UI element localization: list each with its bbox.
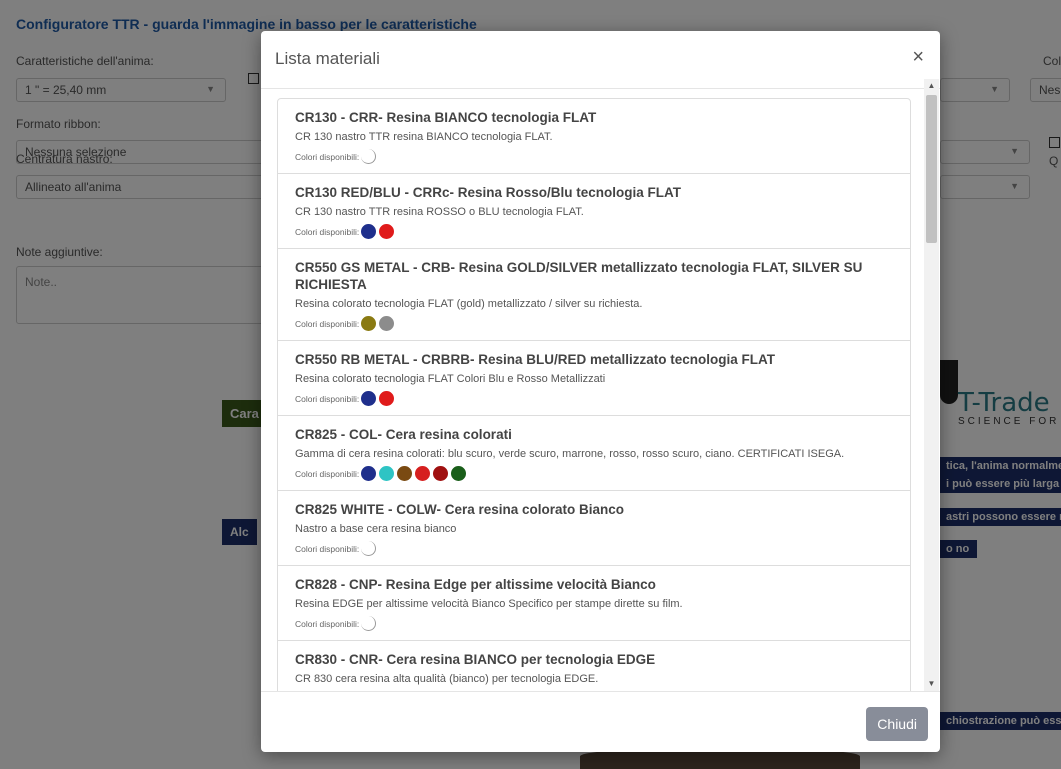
color-swatch: [361, 391, 377, 406]
list-item[interactable]: CR828 - CNP- Resina Edge per altissime v…: [278, 566, 910, 641]
color-swatch: [379, 316, 395, 331]
color-swatch: [415, 466, 431, 481]
color-swatch: [379, 391, 395, 406]
close-icon[interactable]: ×: [912, 47, 924, 67]
material-title: CR825 - COL- Cera resina colorati: [295, 427, 512, 442]
material-title: CR130 RED/BLU - CRRc- Resina Rosso/Blu t…: [295, 185, 682, 200]
color-swatch: [361, 316, 377, 331]
scroll-thumb[interactable]: [926, 95, 937, 243]
color-swatch: [451, 466, 467, 481]
list-scrollbar[interactable]: ▲ ▼: [924, 79, 939, 691]
color-swatch: [397, 466, 413, 481]
color-swatch: [433, 466, 449, 481]
available-colors: Colori disponibili:: [295, 540, 896, 557]
available-colors: Colori disponibili:: [295, 223, 896, 240]
material-title: CR130 - CRR- Resina BIANCO tecnologia FL…: [295, 110, 597, 125]
scroll-down-icon[interactable]: ▼: [924, 677, 939, 691]
material-title: CR830 - CNR- Cera resina BIANCO per tecn…: [295, 652, 656, 667]
material-description: Resina colorato tecnologia FLAT (gold) m…: [295, 298, 643, 310]
list-item[interactable]: CR130 RED/BLU - CRRc- Resina Rosso/Blu t…: [278, 174, 910, 249]
color-swatch: [361, 466, 377, 481]
list-item[interactable]: CR830 - CNR- Cera resina BIANCO per tecn…: [278, 641, 910, 692]
available-colors: Colori disponibili:: [295, 148, 896, 165]
material-description: Nastro a base cera resina bianco: [295, 523, 457, 535]
modal-title: Lista materiali: [275, 49, 380, 68]
color-swatch: [361, 149, 377, 164]
scroll-up-icon[interactable]: ▲: [924, 79, 939, 93]
material-title: CR828 - CNP- Resina Edge per altissime v…: [295, 577, 656, 592]
available-colors: Colori disponibili:: [295, 615, 896, 632]
material-title: CR550 RB METAL - CRBRB- Resina BLU/RED m…: [295, 352, 776, 367]
available-colors-label: Colori disponibili:: [295, 468, 360, 479]
color-swatch: [361, 224, 377, 239]
material-description: CR 830 cera resina alta qualità (bianco)…: [295, 673, 599, 685]
material-description: CR 130 nastro TTR resina ROSSO o BLU tec…: [295, 206, 584, 218]
material-description: CR 130 nastro TTR resina BIANCO tecnolog…: [295, 131, 553, 143]
materials-list-scroll[interactable]: CR130 - CRR- Resina BIANCO tecnologia FL…: [277, 98, 939, 692]
color-swatch: [379, 466, 395, 481]
list-item[interactable]: CR130 - CRR- Resina BIANCO tecnologia FL…: [278, 99, 910, 174]
list-item[interactable]: CR825 WHITE - COLW- Cera resina colorato…: [278, 491, 910, 566]
modal-header: Lista materiali ×: [261, 31, 940, 89]
color-swatch: [379, 224, 395, 239]
modal-body: CR130 - CRR- Resina BIANCO tecnologia FL…: [261, 90, 940, 692]
available-colors-label: Colori disponibili:: [295, 226, 360, 237]
modal-footer: Chiudi: [261, 691, 940, 752]
available-colors-label: Colori disponibili:: [295, 151, 360, 162]
available-colors-label: Colori disponibili:: [295, 318, 360, 329]
list-item[interactable]: CR550 RB METAL - CRBRB- Resina BLU/RED m…: [278, 341, 910, 416]
list-item[interactable]: CR550 GS METAL - CRB- Resina GOLD/SILVER…: [278, 249, 910, 341]
close-button[interactable]: Chiudi: [866, 707, 928, 741]
color-swatch: [361, 541, 377, 556]
available-colors-label: Colori disponibili:: [295, 393, 360, 404]
list-item[interactable]: CR825 - COL- Cera resina colorati Gamma d…: [278, 416, 910, 491]
available-colors: Colori disponibili:: [295, 465, 896, 482]
available-colors-label: Colori disponibili:: [295, 543, 360, 554]
available-colors-label: Colori disponibili:: [295, 618, 360, 629]
material-description: Gamma di cera resina colorati: blu scuro…: [295, 448, 845, 460]
material-description: Resina colorato tecnologia FLAT Colori B…: [295, 373, 606, 385]
color-swatch: [361, 616, 377, 631]
materials-list: CR130 - CRR- Resina BIANCO tecnologia FL…: [277, 98, 911, 692]
material-title: CR825 WHITE - COLW- Cera resina colorato…: [295, 502, 625, 517]
available-colors: Colori disponibili:: [295, 315, 896, 332]
material-title: CR550 GS METAL - CRB- Resina GOLD/SILVER…: [295, 260, 863, 292]
material-description: Resina EDGE per altissime velocità Bianc…: [295, 598, 683, 610]
materials-modal: Lista materiali × CR130 - CRR- Resina BI…: [261, 31, 940, 752]
available-colors: Colori disponibili:: [295, 390, 896, 407]
